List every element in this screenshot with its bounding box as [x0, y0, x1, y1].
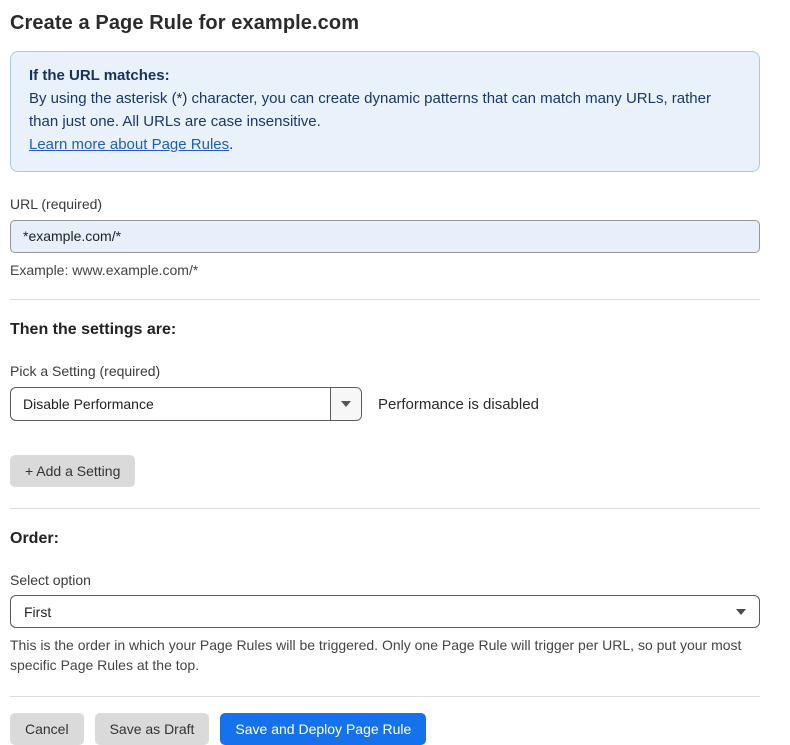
- learn-more-link[interactable]: Learn more about Page Rules: [29, 136, 229, 153]
- url-label: URL (required): [10, 196, 760, 212]
- setting-select-value: Disable Performance: [11, 388, 330, 420]
- divider: [10, 299, 760, 300]
- save-and-deploy-button[interactable]: Save and Deploy Page Rule: [220, 713, 426, 745]
- cancel-button[interactable]: Cancel: [10, 713, 84, 745]
- setting-status-text: Performance is disabled: [378, 396, 539, 413]
- chevron-down-icon: [736, 609, 746, 615]
- settings-section-heading: Then the settings are:: [10, 321, 760, 339]
- order-select[interactable]: First: [10, 595, 760, 628]
- footer-actions: Cancel Save as Draft Save and Deploy Pag…: [10, 713, 760, 745]
- url-example-text: Example: www.example.com/*: [10, 260, 760, 280]
- setting-select[interactable]: Disable Performance: [10, 387, 362, 421]
- setting-row: Disable Performance Performance is disab…: [10, 387, 760, 421]
- learn-more-line: Learn more about Page Rules.: [29, 136, 233, 153]
- divider: [10, 696, 760, 697]
- order-section-heading: Order:: [10, 530, 760, 548]
- link-suffix: .: [229, 136, 233, 153]
- info-box-body: By using the asterisk (*) character, you…: [29, 88, 741, 157]
- info-box-heading: If the URL matches:: [29, 65, 741, 88]
- add-setting-button[interactable]: + Add a Setting: [10, 455, 135, 487]
- order-help-text: This is the order in which your Page Rul…: [10, 635, 760, 676]
- chevron-down-icon: [341, 401, 351, 407]
- page-rule-form: Create a Page Rule for example.com If th…: [0, 0, 790, 714]
- info-box-body-text: By using the asterisk (*) character, you…: [29, 90, 711, 130]
- url-matches-info-box: If the URL matches: By using the asteris…: [10, 51, 760, 172]
- pick-setting-label: Pick a Setting (required): [10, 363, 760, 379]
- url-input[interactable]: [10, 220, 760, 253]
- order-select-value: First: [24, 604, 51, 620]
- order-select-label: Select option: [10, 572, 760, 588]
- save-as-draft-button[interactable]: Save as Draft: [95, 713, 210, 745]
- setting-select-arrow-button[interactable]: [330, 388, 361, 420]
- divider: [10, 508, 760, 509]
- page-title: Create a Page Rule for example.com: [10, 12, 760, 35]
